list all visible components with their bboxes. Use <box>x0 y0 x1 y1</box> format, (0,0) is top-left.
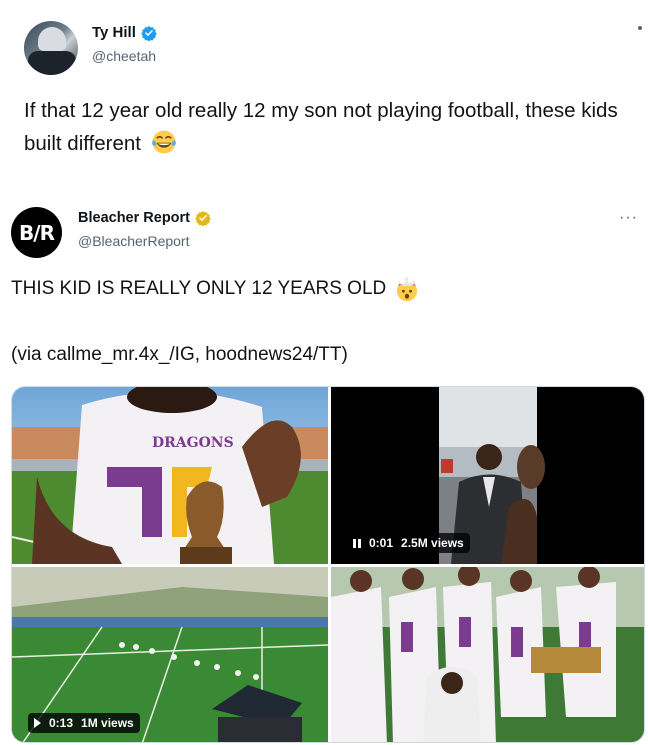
tears-of-joy-emoji-icon <box>151 130 176 154</box>
team-photo-illustration <box>331 567 644 742</box>
video-football-field[interactable]: 0:13 1M views <box>12 567 328 742</box>
helmet-shape <box>38 27 66 51</box>
video-views: 1M views <box>81 716 134 730</box>
quoted-tweet[interactable]: B/R Bleacher Report @BleacherReport ··· … <box>0 190 648 745</box>
photo-player-trophy[interactable]: DRAGONS <box>12 387 328 564</box>
author-name-row: Ty Hill <box>92 24 157 41</box>
verified-badge-icon <box>141 25 157 41</box>
play-icon <box>34 718 41 728</box>
avatar[interactable] <box>24 21 78 75</box>
video-duration-badge: 0:01 2.5M views <box>347 533 470 553</box>
video-duration-badge: 0:13 1M views <box>28 713 140 733</box>
tweet: Ty Hill @cheetah If that 12 year old rea… <box>0 0 648 745</box>
quoted-text-line1: THIS KID IS REALLY ONLY 12 YEARS OLD <box>11 278 387 299</box>
more-options-icon[interactable] <box>638 26 642 30</box>
pause-icon <box>353 538 361 548</box>
quoted-author-name-row: Bleacher Report <box>78 210 211 226</box>
quoted-author-name[interactable]: Bleacher Report <box>78 210 190 226</box>
svg-text:DRAGONS: DRAGONS <box>152 435 234 451</box>
quoted-text-source: (via callme_mr.4x_/IG, hoodnews24/TT) <box>11 344 348 365</box>
photo-team-trophy[interactable] <box>331 567 644 742</box>
quoted-tweet-text: THIS KID IS REALLY ONLY 12 YEARS OLD <box>11 276 420 302</box>
media-grid: DRAGONS 0:01 2.5M views 0:13 1M views <box>11 386 645 743</box>
video-views: 2.5M views <box>401 536 464 550</box>
quoted-author-handle[interactable]: @BleacherReport <box>78 233 190 249</box>
tweet-text: If that 12 year old really 12 my son not… <box>24 94 644 160</box>
video-time: 0:13 <box>49 716 74 730</box>
more-options-icon[interactable]: ··· <box>619 210 638 226</box>
video-time: 0:01 <box>369 536 394 550</box>
avatar-logo-text: B/R <box>19 220 55 245</box>
jersey-shape <box>28 51 76 75</box>
author-handle[interactable]: @cheetah <box>92 48 156 64</box>
author-name[interactable]: Ty Hill <box>92 24 136 41</box>
verified-gold-badge-icon <box>195 211 211 226</box>
video-selfie[interactable]: 0:01 2.5M views <box>331 387 644 564</box>
exploding-head-emoji-icon <box>397 277 418 302</box>
bleacher-report-avatar[interactable]: B/R <box>11 207 62 258</box>
player-trophy-illustration: DRAGONS <box>12 387 328 564</box>
tweet-text-content: If that 12 year old really 12 my son not… <box>24 99 618 155</box>
